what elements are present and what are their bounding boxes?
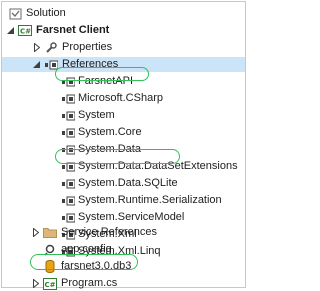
assembly-reference-icon — [62, 196, 75, 206]
reference-label: System — [78, 109, 115, 121]
tree-item-program[interactable]: C# Program.cs — [31, 276, 117, 291]
reference-label: Microsoft.CSharp — [78, 92, 163, 104]
reference-label: System.Runtime.Serialization — [78, 194, 222, 206]
reference-item-sqlite[interactable]: System.Data.SQLite — [62, 176, 178, 191]
reference-item[interactable]: System.Runtime.Serialization — [62, 193, 222, 208]
tree-item-label: References — [62, 58, 119, 70]
assembly-reference-icon — [62, 77, 75, 87]
tree-item-properties[interactable]: Properties — [32, 40, 112, 55]
assembly-reference-icon — [62, 128, 75, 138]
reference-label: System.Data.SQLite — [78, 177, 178, 189]
expanded-arrow-icon[interactable] — [32, 57, 41, 72]
reference-label: FarsnetAPI — [78, 75, 134, 87]
csharp-file-icon: C# — [43, 277, 57, 291]
tree-item-label: farsnet3.0.db3 — [61, 260, 132, 272]
tree-item-project[interactable]: C# Farsnet Client — [6, 23, 109, 38]
csharp-project-icon: C# — [18, 24, 32, 38]
reference-item[interactable]: System.Core — [62, 125, 142, 140]
reference-item[interactable]: System.Data.DataSetExtensions — [62, 159, 238, 174]
svg-text:C#: C# — [45, 281, 56, 289]
assembly-reference-icon — [62, 145, 75, 155]
tree-item-label: Program.cs — [61, 277, 118, 289]
database-file-icon — [43, 260, 57, 274]
solution-icon — [8, 7, 22, 21]
collapsed-arrow-icon[interactable] — [32, 40, 41, 55]
reference-label: System.ServiceModel — [78, 211, 185, 223]
tree-item-service-references[interactable]: Service References — [31, 225, 157, 240]
tree-item-label: Service References — [61, 226, 157, 238]
assembly-reference-icon — [62, 94, 75, 104]
assembly-reference-icon — [62, 162, 75, 172]
assembly-reference-icon — [62, 213, 75, 223]
solution-explorer-panel: Solution C# Farsnet Client Properties Re… — [1, 1, 246, 288]
reference-label: System.Core — [78, 126, 142, 138]
reference-label: System.Data — [78, 143, 141, 155]
wrench-icon — [44, 41, 58, 55]
project-name: Farsnet Client — [36, 24, 110, 36]
reference-item[interactable]: System.Data — [62, 142, 141, 157]
reference-item[interactable]: System — [62, 108, 115, 123]
reference-item-farsnetapi[interactable]: FarsnetAPI — [62, 74, 133, 89]
assembly-reference-icon — [62, 179, 75, 189]
reference-label: System.Data.DataSetExtensions — [78, 160, 238, 172]
folder-icon — [43, 226, 57, 240]
tree-item-label: Properties — [62, 41, 113, 53]
assembly-reference-icon — [62, 111, 75, 121]
tree-item-db-file[interactable]: farsnet3.0.db3 — [43, 259, 131, 274]
expanded-arrow-icon[interactable] — [6, 23, 15, 38]
collapsed-arrow-icon[interactable] — [31, 225, 40, 240]
reference-item[interactable]: System.ServiceModel — [62, 210, 184, 225]
tree-item-app-config[interactable]: app.config — [43, 242, 112, 257]
tree-item-solution[interactable]: Solution — [8, 6, 66, 21]
svg-text:C#: C# — [20, 28, 31, 36]
tree-item-label: Solution — [26, 7, 66, 19]
config-file-icon — [43, 243, 57, 257]
tree-item-label: app.config — [61, 243, 112, 255]
references-icon — [44, 58, 58, 72]
collapsed-arrow-icon[interactable] — [31, 276, 40, 291]
reference-item[interactable]: Microsoft.CSharp — [62, 91, 163, 106]
tree-item-references[interactable]: References — [2, 57, 245, 72]
